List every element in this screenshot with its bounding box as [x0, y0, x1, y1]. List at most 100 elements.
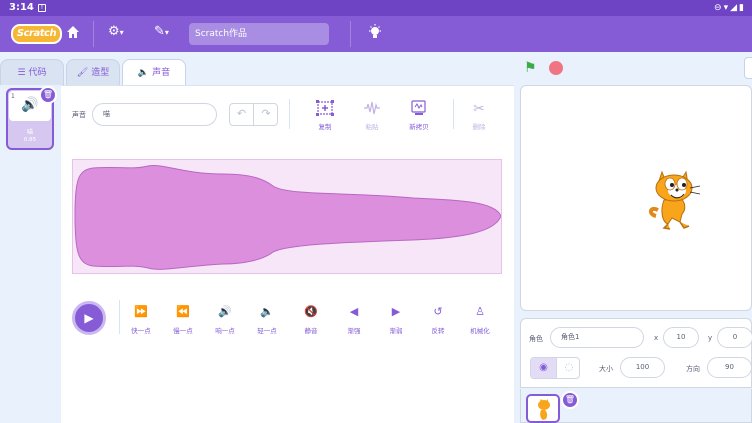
stop-button[interactable] [549, 61, 563, 75]
louder-icon: 🔊 [218, 305, 232, 318]
undo-redo-group: ↶ ↷ [229, 103, 278, 126]
stage[interactable] [520, 85, 752, 311]
cut-icon: ✂ [473, 101, 485, 117]
theme-icon[interactable] [368, 24, 382, 44]
effect-robot-button[interactable]: ♙ 机械化 [460, 305, 500, 335]
cat-thumb-icon [538, 399, 550, 420]
effect-fade-out-button[interactable]: ▶ 渐弱 [376, 305, 416, 335]
direction-input[interactable]: 90 [707, 357, 752, 378]
paste-icon [352, 100, 392, 118]
do-not-disturb-icon: ⊖ [714, 3, 724, 13]
effect-label: 机械化 [470, 327, 490, 335]
copy-to-new-button[interactable]: 新拷贝 [399, 100, 439, 131]
undo-button[interactable]: ↶ [230, 104, 254, 125]
sound-icon: 🔈 [137, 68, 150, 78]
copy-label: 复制 [318, 123, 332, 131]
y-input[interactable]: 0 [717, 327, 752, 348]
effect-faster-button[interactable]: ⏩ 快一点 [121, 305, 161, 335]
size-label: 大小 [599, 365, 613, 373]
effect-louder-button[interactable]: 🔊 响一点 [205, 305, 245, 335]
show-button[interactable]: ◉ [531, 358, 556, 378]
eye-off-icon: ◌ [564, 362, 574, 373]
effect-label: 反转 [431, 327, 445, 335]
hide-button[interactable]: ◌ [556, 358, 579, 378]
effect-fade-in-button[interactable]: ◀ 渐强 [334, 305, 374, 335]
effect-softer-button[interactable]: 🔈 轻一点 [247, 305, 287, 335]
project-title-field[interactable]: Scratch作品 [189, 23, 329, 45]
redo-button[interactable]: ↷ [254, 104, 278, 125]
effect-label: 响一点 [215, 327, 235, 335]
sprite-thumbnail[interactable] [526, 394, 560, 423]
sprite-name-input[interactable]: 角色1 [550, 327, 644, 348]
flag-icon: ⚑ [524, 60, 537, 76]
x-label: x [654, 334, 659, 342]
menu-bar: Scratch ⚙▾ ✎▾ Scratch作品 [0, 16, 752, 52]
menu-separator [350, 21, 351, 47]
trash-icon: 🗑 [42, 90, 54, 99]
effects-separator [119, 300, 120, 334]
delete-sprite-button[interactable]: 🗑 [561, 391, 579, 409]
notification-icon: ! [38, 4, 46, 12]
size-input[interactable]: 100 [620, 357, 665, 378]
delete-button[interactable]: ✂ 删除 [459, 100, 499, 131]
delete-label: 删除 [472, 123, 486, 131]
battery-icon: ▮ [739, 3, 746, 13]
faster-icon: ⏩ [134, 305, 148, 318]
play-icon: ▶ [84, 311, 94, 325]
home-icon[interactable] [66, 25, 80, 43]
trash-icon: 🗑 [564, 395, 576, 404]
code-icon: ☰ [17, 68, 26, 78]
sound-duration: 0.85 [23, 137, 37, 143]
paste-label: 粘贴 [365, 123, 379, 131]
edit-icon[interactable]: ✎▾ [154, 24, 169, 39]
direction-label: 方向 [686, 365, 700, 373]
sound-name-label: 声音 [72, 111, 86, 119]
tab-code[interactable]: ☰ 代码 [0, 59, 64, 85]
visibility-toggle: ◉ ◌ [530, 357, 580, 379]
delete-sound-button[interactable]: 🗑 [39, 86, 57, 104]
status-icons: ⊖▾◢▮ [714, 3, 746, 13]
fade-out-icon: ▶ [391, 305, 401, 318]
x-input[interactable]: 10 [663, 327, 699, 348]
undo-icon: ↶ [236, 107, 247, 120]
waveform-shape [74, 164, 502, 270]
menu-separator [93, 21, 94, 47]
status-time: 3:14 [9, 2, 34, 13]
settings-icon[interactable]: ⚙▾ [108, 24, 124, 39]
cat-sprite[interactable] [646, 166, 708, 232]
scratch-logo[interactable]: Scratch [11, 24, 62, 44]
tab-costumes[interactable]: 🖌 造型 [66, 59, 120, 85]
mute-icon: 🔇 [304, 305, 318, 318]
status-bar: 3:14 ! ⊖▾◢▮ [0, 0, 752, 16]
copy-icon [305, 100, 345, 118]
sound-name: 喵 [26, 129, 33, 136]
y-label: y [708, 334, 713, 342]
eye-icon: ◉ [539, 362, 548, 373]
stage-size-button[interactable] [744, 57, 752, 79]
speaker-icon: 🔊 [21, 97, 39, 113]
green-flag-button[interactable]: ⚑ [524, 60, 537, 76]
effect-label: 慢一点 [173, 327, 193, 335]
tab-label: 代码 [28, 68, 47, 78]
play-button[interactable]: ▶ [72, 301, 106, 335]
toolbar-separator [289, 99, 290, 129]
redo-icon: ↷ [261, 107, 271, 120]
copy-button[interactable]: 复制 [305, 100, 345, 131]
sound-index: 1 [11, 93, 15, 100]
costume-icon: 🖌 [76, 68, 89, 78]
effect-reverse-button[interactable]: ↺ 反转 [418, 305, 458, 335]
copy-new-label: 新拷贝 [409, 123, 429, 131]
effect-label: 轻一点 [257, 327, 277, 335]
fade-in-icon: ◀ [349, 305, 359, 318]
effect-label: 渐弱 [389, 327, 403, 335]
effect-mute-button[interactable]: 🔇 静音 [291, 305, 331, 335]
effect-slower-button[interactable]: ⏪ 慢一点 [163, 305, 203, 335]
waveform-canvas[interactable] [72, 159, 502, 274]
slower-icon: ⏪ [176, 305, 190, 318]
paste-button[interactable]: 粘贴 [352, 100, 392, 131]
effect-label: 渐强 [347, 327, 361, 335]
tab-sounds[interactable]: 🔈 声音 [122, 59, 186, 85]
sound-name-input[interactable]: 喵 [92, 103, 217, 126]
effect-label: 快一点 [131, 327, 151, 335]
signal-icon: ◢ [730, 3, 740, 13]
